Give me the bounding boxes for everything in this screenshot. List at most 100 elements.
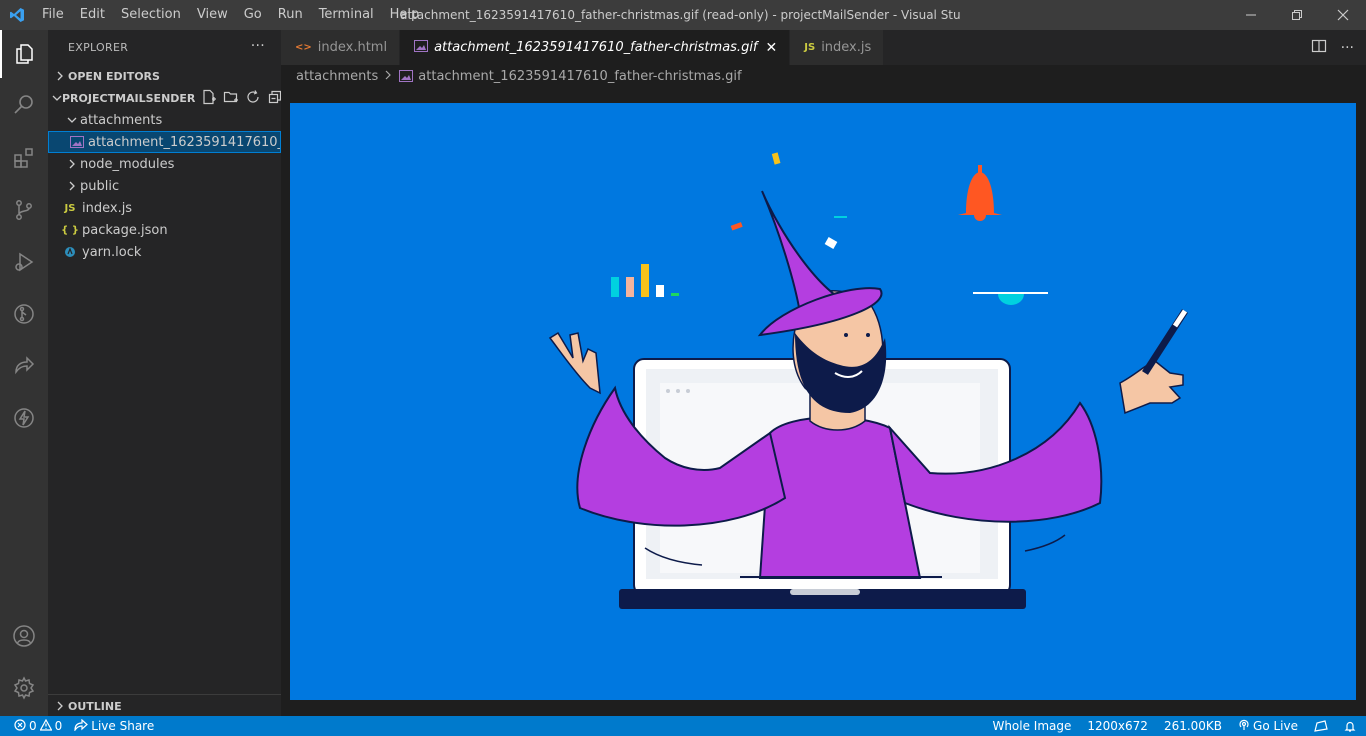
image-file-icon	[70, 136, 84, 148]
explorer-title: EXPLORER	[68, 41, 129, 54]
editor-actions: ···	[1311, 30, 1354, 65]
live-share-status[interactable]: Live Share	[68, 716, 160, 736]
breadcrumb: attachments attachment_1623591417610_fat…	[281, 65, 1366, 87]
gif-preview-image[interactable]	[290, 103, 1356, 700]
restore-button[interactable]	[1274, 0, 1320, 30]
activity-bar	[0, 30, 48, 716]
more-actions-icon[interactable]: ···	[1341, 40, 1354, 56]
title-bar: File Edit Selection View Go Run Terminal…	[0, 0, 1366, 30]
html-file-icon: <>	[295, 42, 312, 53]
vscode-logo-icon	[0, 0, 34, 30]
image-file-icon	[414, 40, 429, 55]
close-tab-icon[interactable]: ✕	[766, 40, 778, 56]
more-actions-icon[interactable]: ···	[251, 38, 265, 54]
view-mode-status[interactable]: Whole Image	[984, 716, 1079, 736]
tree-label: attachments	[80, 112, 163, 128]
tab-label: index.html	[317, 40, 388, 55]
tab-index-js[interactable]: JS index.js	[790, 30, 885, 65]
refresh-icon[interactable]	[245, 89, 261, 108]
window-title: attachment_1623591417610_father-christma…	[400, 8, 960, 22]
image-dimensions: 1200x672	[1087, 719, 1148, 733]
tree-folder-attachments[interactable]: attachments	[48, 109, 281, 131]
explorer-sidebar: EXPLORER ··· OPEN EDITORS PROJECTMAILSEN…	[48, 30, 282, 716]
open-editors-label: OPEN EDITORS	[68, 69, 160, 83]
run-debug-icon[interactable]	[0, 238, 48, 286]
chevron-right-icon	[52, 71, 68, 81]
new-file-icon[interactable]	[201, 89, 217, 108]
error-icon	[14, 718, 26, 734]
error-count: 0	[29, 719, 37, 733]
tree-file-index-js[interactable]: JS index.js	[48, 197, 281, 219]
tree-label: attachment_1623591417610_fa...	[88, 134, 281, 150]
menu-bar: File Edit Selection View Go Run Terminal…	[34, 0, 427, 30]
tree-label: public	[80, 178, 120, 194]
extensions-icon[interactable]	[0, 134, 48, 182]
menu-go[interactable]: Go	[236, 0, 270, 30]
tree-label: yarn.lock	[82, 244, 142, 260]
chevron-right-icon	[64, 159, 80, 169]
source-control-icon[interactable]	[0, 186, 48, 234]
outline-label: OUTLINE	[68, 699, 122, 713]
warning-count: 0	[54, 719, 63, 733]
chevron-down-icon	[52, 93, 62, 103]
chevron-right-icon	[384, 69, 392, 84]
live-share-icon[interactable]	[0, 342, 48, 390]
live-share-icon	[74, 718, 89, 734]
warning-icon	[39, 718, 53, 734]
menu-run[interactable]: Run	[270, 0, 311, 30]
split-editor-icon[interactable]	[1311, 38, 1327, 58]
yarn-file-icon	[62, 246, 78, 258]
tree-folder-public[interactable]: public	[48, 175, 281, 197]
chevron-right-icon	[52, 701, 68, 711]
menu-terminal[interactable]: Terminal	[311, 0, 382, 30]
menu-selection[interactable]: Selection	[113, 0, 189, 30]
explorer-header: EXPLORER ···	[48, 30, 281, 65]
image-size: 261.00KB	[1163, 719, 1223, 733]
tree-label: index.js	[82, 200, 133, 216]
image-file-icon	[398, 70, 414, 82]
image-preview-editor	[281, 87, 1366, 716]
search-icon[interactable]	[0, 80, 48, 128]
git-graph-icon[interactable]	[0, 290, 48, 338]
menu-file[interactable]: File	[34, 0, 72, 30]
tree-label: package.json	[82, 222, 168, 238]
wizard-illustration	[548, 152, 1188, 609]
tree-file-yarn-lock[interactable]: yarn.lock	[48, 241, 281, 263]
broadcast-icon	[1238, 719, 1250, 734]
tree-file-gif[interactable]: attachment_1623591417610_fa...	[48, 131, 281, 153]
tree-label: node_modules	[80, 156, 175, 172]
problems-indicator[interactable]: 0 0	[0, 716, 68, 736]
new-folder-icon[interactable]	[223, 89, 239, 108]
explorer-icon[interactable]	[0, 30, 48, 78]
editor-tabs: <> index.html attachment_1623591417610_f…	[281, 30, 1366, 65]
tab-label: attachment_1623591417610_father-christma…	[434, 40, 758, 55]
tab-index-html[interactable]: <> index.html	[281, 30, 401, 65]
live-share-label: Live Share	[91, 719, 155, 733]
tree-file-package-json[interactable]: { } package.json	[48, 219, 281, 241]
minimize-button[interactable]	[1228, 0, 1274, 30]
settings-gear-icon[interactable]	[0, 664, 48, 712]
notifications-bell-icon[interactable]	[1336, 716, 1366, 736]
status-bar: 0 0 Live Share Whole Image 1200x672 261.…	[0, 716, 1366, 736]
tree-folder-node-modules[interactable]: node_modules	[48, 153, 281, 175]
go-live-button[interactable]: Go Live	[1230, 716, 1306, 736]
project-label: PROJECTMAILSENDER	[62, 91, 196, 105]
project-section[interactable]: PROJECTMAILSENDER	[48, 87, 282, 109]
account-icon[interactable]	[0, 612, 48, 660]
chevron-right-icon	[64, 181, 80, 191]
breadcrumb-folder[interactable]: attachments	[296, 69, 378, 84]
breadcrumb-file[interactable]: attachment_1623591417610_father-christma…	[418, 69, 741, 84]
js-file-icon: JS	[804, 42, 816, 53]
go-live-label: Go Live	[1253, 719, 1298, 733]
tab-attachment-gif[interactable]: attachment_1623591417610_father-christma…	[400, 30, 791, 65]
outline-section[interactable]: OUTLINE	[48, 694, 281, 716]
lightning-icon[interactable]	[0, 394, 48, 442]
menu-edit[interactable]: Edit	[72, 0, 113, 30]
close-window-button[interactable]	[1320, 0, 1366, 30]
js-file-icon: JS	[64, 202, 76, 214]
feedback-icon[interactable]	[1306, 716, 1336, 736]
json-file-icon: { }	[61, 224, 79, 236]
menu-view[interactable]: View	[189, 0, 236, 30]
window-controls	[1228, 0, 1366, 30]
open-editors-section[interactable]: OPEN EDITORS	[48, 65, 281, 87]
